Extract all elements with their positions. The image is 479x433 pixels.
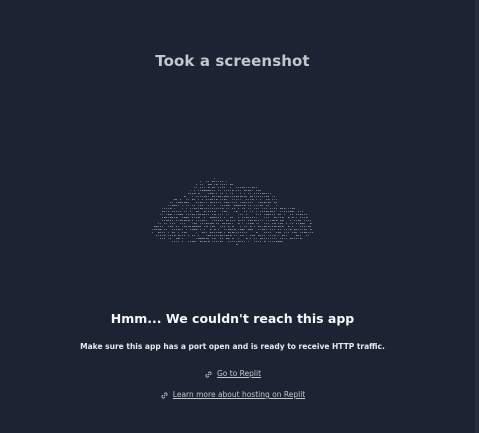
scrollbar[interactable] bbox=[475, 0, 479, 433]
ascii-cloud-icon bbox=[146, 168, 326, 264]
error-message: Make sure this app has a port open and i… bbox=[80, 342, 385, 351]
page: Took a screenshot Hmm... We couldn't rea… bbox=[0, 0, 479, 433]
learn-more-link[interactable]: Learn more about hosting on Replit bbox=[173, 390, 305, 399]
page-title: Took a screenshot bbox=[155, 52, 310, 70]
error-heading: Hmm... We couldn't reach this app bbox=[110, 311, 355, 326]
learn-more-row: Learn more about hosting on Replit bbox=[0, 390, 465, 400]
link-icon bbox=[161, 391, 168, 399]
go-to-replit-row: Go to Replit bbox=[0, 369, 465, 379]
link-icon bbox=[205, 370, 212, 378]
go-to-replit-link[interactable]: Go to Replit bbox=[217, 369, 261, 378]
